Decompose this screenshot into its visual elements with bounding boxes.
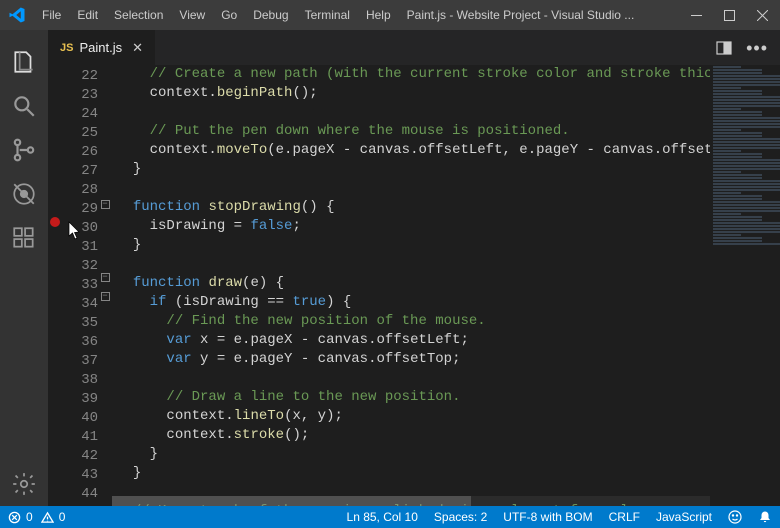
menu-selection[interactable]: Selection (106, 0, 171, 30)
code-line[interactable]: // Create a new path (with the current s… (116, 65, 780, 84)
vscode-logo-icon (8, 6, 26, 24)
line-number: 41 (62, 428, 98, 447)
menu-bar: FileEditSelectionViewGoDebugTerminalHelp (34, 0, 399, 30)
more-actions-icon[interactable]: ••• (746, 39, 768, 57)
editor-tabs: JS Paint.js ✕ ••• (48, 30, 780, 65)
menu-go[interactable]: Go (213, 0, 245, 30)
code-line[interactable]: } (116, 464, 780, 483)
code-line[interactable]: // Find the new position of the mouse. (116, 312, 780, 331)
code-line[interactable]: var x = e.pageX - canvas.offsetLeft; (116, 331, 780, 350)
line-number: 34 (62, 295, 98, 314)
menu-debug[interactable]: Debug (245, 0, 296, 30)
status-warnings[interactable]: 0 (41, 510, 66, 524)
status-encoding[interactable]: UTF-8 with BOM (503, 510, 592, 524)
search-icon[interactable] (0, 84, 48, 128)
minimap[interactable] (710, 65, 780, 506)
line-number: 23 (62, 86, 98, 105)
code-line[interactable]: function draw(e) { (116, 274, 780, 293)
title-bar: FileEditSelectionViewGoDebugTerminalHelp… (0, 0, 780, 30)
menu-terminal[interactable]: Terminal (297, 0, 358, 30)
fold-toggle-icon[interactable]: − (101, 200, 110, 209)
code-line[interactable]: } (116, 445, 780, 464)
status-bar: 0 0 Ln 85, Col 10 Spaces: 2 UTF-8 with B… (0, 506, 780, 528)
code-line[interactable] (116, 103, 780, 122)
status-errors[interactable]: 0 (8, 510, 33, 524)
line-number: 28 (62, 181, 98, 200)
feedback-smile-icon[interactable] (728, 510, 742, 524)
code-line[interactable] (116, 369, 780, 388)
menu-help[interactable]: Help (358, 0, 399, 30)
line-number: 25 (62, 124, 98, 143)
code-line[interactable]: if (isDrawing == true) { (116, 293, 780, 312)
activity-bar (0, 30, 48, 506)
line-numbers: 2223242526272829303132333435363738394041… (62, 65, 98, 506)
line-number: 43 (62, 466, 98, 485)
status-spaces[interactable]: Spaces: 2 (434, 510, 487, 524)
menu-edit[interactable]: Edit (69, 0, 106, 30)
breakpoint-icon[interactable] (50, 217, 60, 227)
window-controls (691, 10, 768, 21)
line-number: 39 (62, 390, 98, 409)
code-line[interactable]: } (116, 160, 780, 179)
line-number: 42 (62, 447, 98, 466)
line-number: 29 (62, 200, 98, 219)
code-line[interactable]: context.stroke(); (116, 426, 780, 445)
debug-icon[interactable] (0, 172, 48, 216)
line-number: 32 (62, 257, 98, 276)
line-number: 36 (62, 333, 98, 352)
code-line[interactable]: var y = e.pageY - canvas.offsetTop; (116, 350, 780, 369)
js-file-icon: JS (60, 42, 73, 54)
status-eol[interactable]: CRLF (609, 510, 640, 524)
editor[interactable]: 2223242526272829303132333435363738394041… (48, 65, 780, 506)
tab-paint-js[interactable]: JS Paint.js ✕ (48, 30, 156, 65)
line-number: 40 (62, 409, 98, 428)
source-control-icon[interactable] (0, 128, 48, 172)
fold-toggle-icon[interactable]: − (101, 273, 110, 282)
line-number: 27 (62, 162, 98, 181)
extensions-icon[interactable] (0, 216, 48, 260)
line-number: 37 (62, 352, 98, 371)
status-linecol[interactable]: Ln 85, Col 10 (347, 510, 418, 524)
line-number: 30 (62, 219, 98, 238)
line-number: 45 (62, 504, 98, 506)
line-number: 38 (62, 371, 98, 390)
window-title: Paint.js - Website Project - Visual Stud… (407, 8, 691, 22)
horizontal-scrollbar[interactable] (112, 496, 710, 506)
minimize-icon[interactable] (691, 10, 702, 21)
code-line[interactable]: context.moveTo(e.pageX - canvas.offsetLe… (116, 141, 780, 160)
code-line[interactable]: isDrawing = false; (116, 217, 780, 236)
files-icon[interactable] (0, 40, 48, 84)
close-icon[interactable] (757, 10, 768, 21)
code-line[interactable]: // Draw a line to the new position. (116, 388, 780, 407)
close-tab-icon[interactable]: ✕ (132, 40, 143, 56)
menu-file[interactable]: File (34, 0, 69, 30)
notifications-bell-icon[interactable] (758, 510, 772, 524)
code-line[interactable]: function stopDrawing() { (116, 198, 780, 217)
line-number: 33 (62, 276, 98, 295)
maximize-icon[interactable] (724, 10, 735, 21)
code-line[interactable]: context.lineTo(x, y); (116, 407, 780, 426)
code-line[interactable]: } (116, 236, 780, 255)
line-number: 22 (62, 67, 98, 86)
code-line[interactable] (116, 255, 780, 274)
fold-toggle-icon[interactable]: − (101, 292, 110, 301)
line-number: 24 (62, 105, 98, 124)
code-line[interactable]: context.beginPath(); (116, 84, 780, 103)
line-number: 35 (62, 314, 98, 333)
menu-view[interactable]: View (171, 0, 213, 30)
status-lang[interactable]: JavaScript (656, 510, 712, 524)
gear-icon[interactable] (0, 462, 48, 506)
line-number: 31 (62, 238, 98, 257)
line-number: 26 (62, 143, 98, 162)
code-line[interactable] (116, 179, 780, 198)
split-editor-icon[interactable] (716, 40, 732, 56)
line-number: 44 (62, 485, 98, 504)
tab-label: Paint.js (79, 40, 122, 55)
code-line[interactable]: // Put the pen down where the mouse is p… (116, 122, 780, 141)
